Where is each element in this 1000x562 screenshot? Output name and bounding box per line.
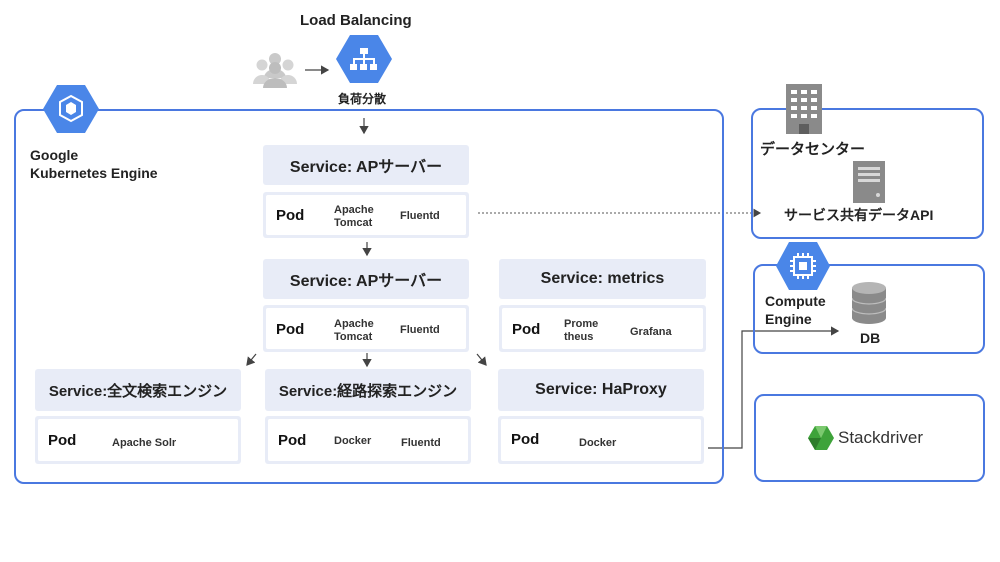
- users-icon: [253, 53, 297, 88]
- server-icon: [853, 161, 885, 203]
- shared-data-api-label: サービス共有データAPI: [784, 207, 934, 223]
- load-balancing-title: Load Balancing: [300, 12, 412, 29]
- database-icon: [852, 282, 886, 324]
- service-metrics-pod: Pod Prome theus Grafana: [499, 305, 706, 352]
- stackdriver-logo-icon: [808, 426, 834, 450]
- service-haproxy-pod: Pod Docker: [498, 416, 704, 464]
- pod-item-fluentd: Fluentd: [400, 210, 440, 222]
- service-ap2-pod: Pod Apache Tomcat Fluentd: [263, 305, 469, 352]
- service-ap2-header: Service: APサーバー: [263, 259, 469, 299]
- pod-item-prometheus: Prome theus: [564, 318, 599, 343]
- compute-engine-label-line2: Engine: [765, 311, 812, 327]
- stackdriver-label: Stackdriver: [838, 428, 924, 447]
- datacenter-building-icon: [786, 84, 822, 134]
- gke-icon: [43, 85, 99, 133]
- pod-label: Pod: [511, 431, 540, 448]
- db-label: DB: [860, 330, 881, 346]
- compute-engine-icon: [776, 242, 830, 290]
- datacenter-title: データセンター: [760, 141, 866, 158]
- gke-label-line2: Kubernetes Engine: [30, 165, 158, 181]
- pod-item-fluentd: Fluentd: [400, 324, 440, 336]
- service-route-pod: Pod Docker Fluentd: [265, 416, 471, 464]
- pod-label: Pod: [48, 432, 77, 449]
- load-balancing-subtitle: 負荷分散: [338, 92, 387, 106]
- service-haproxy-header: Service: HaProxy: [498, 369, 704, 411]
- pod-item-apache-tomcat: Apache Tomcat: [334, 204, 374, 229]
- service-route-header: Service:経路探索エンジン: [265, 369, 471, 411]
- service-ap1-pod: Pod Apache Tomcat Fluentd: [263, 192, 469, 238]
- pod-label: Pod: [278, 432, 307, 449]
- pod-item-apache-tomcat: Apache Tomcat: [334, 318, 374, 343]
- pod-item-docker: Docker: [579, 437, 617, 449]
- compute-engine-label-line1: Compute: [765, 293, 826, 309]
- pod-item-apache-solr: Apache Solr: [112, 437, 177, 449]
- pod-item-docker: Docker: [334, 435, 372, 447]
- pod-label: Pod: [512, 321, 541, 338]
- service-fulltext-pod: Pod Apache Solr: [35, 416, 241, 464]
- compute-engine-label: Compute Engine: [765, 292, 826, 328]
- service-fulltext-header: Service:全文検索エンジン: [35, 369, 241, 411]
- gke-label: Google Kubernetes Engine: [30, 146, 158, 182]
- load-balancer-icon: [336, 35, 392, 83]
- service-metrics-header: Service: metrics: [499, 259, 706, 299]
- pod-item-fluentd: Fluentd: [401, 437, 441, 449]
- pod-label: Pod: [276, 207, 305, 224]
- pod-item-grafana: Grafana: [630, 326, 672, 338]
- gke-label-line1: Google: [30, 147, 79, 163]
- service-ap1-header: Service: APサーバー: [263, 145, 469, 185]
- pod-label: Pod: [276, 321, 305, 338]
